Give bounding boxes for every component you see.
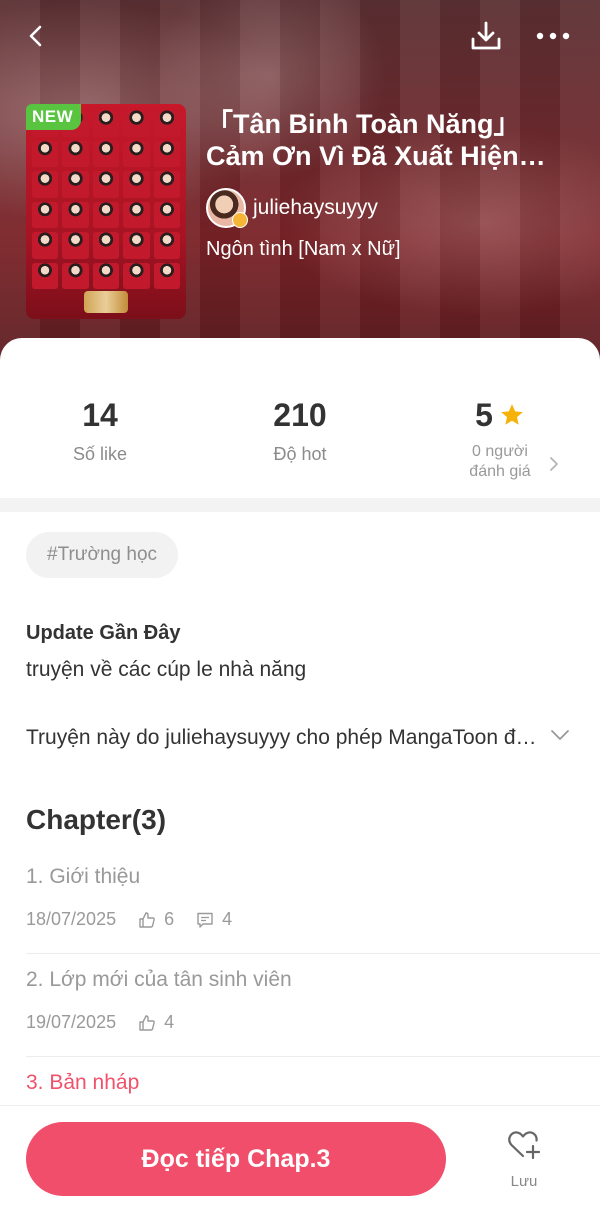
genre-label: Ngôn tình [Nam x Nữ] [206,238,401,260]
thumbs-up-icon [139,911,155,928]
chapter-comments-count: 4 [222,909,233,929]
section-divider [0,498,600,512]
detail-card: 14 Số like 210 Độ hot 5 0 người đánh giá… [0,338,600,1212]
cover-image[interactable] [26,104,186,319]
rating-stat[interactable]: 5 0 người đánh giá [440,396,560,482]
download-icon [471,21,501,50]
bottom-action-bar: Đọc tiếp Chap.3 Lưu [0,1105,600,1212]
back-arrow-icon [29,25,42,47]
stats-row: 14 Số like 210 Độ hot 5 0 người đánh giá [0,338,600,498]
author-avatar[interactable] [206,188,248,228]
hot-stat: 210 Độ hot [240,396,360,465]
avatar-badge-icon [232,212,248,228]
comment-icon [197,912,213,928]
heart-add-icon [508,1131,541,1160]
likes-stat: 14 Số like [40,396,160,465]
top-bar [0,14,600,58]
hot-label: Độ hot [273,444,327,464]
new-badge: NEW [26,104,82,130]
chapter-likes: 4 [138,1012,174,1033]
thumbs-up-icon [139,1014,155,1031]
chapter-date: 18/07/2025 [26,909,117,929]
star-icon [501,404,523,425]
chapter-title: 2. Lớp mới của tân sinh viên [26,968,292,991]
chapter-date: 19/07/2025 [26,1012,117,1032]
rating-label: đánh giá [469,463,531,480]
chapter-title: 1. Giới thiệu [26,865,141,888]
chapter-likes-count: 6 [164,909,175,929]
chapter-comments: 4 [196,909,232,930]
download-button[interactable] [464,14,508,58]
chevron-down-icon[interactable] [550,728,570,742]
chapter-meta: 18/07/2025 6 4 [26,909,254,930]
continue-reading-button[interactable]: Đọc tiếp Chap.3 [26,1122,446,1196]
chapter-title: 3. Bản nháp [26,1071,140,1094]
author-name[interactable]: juliehaysuyyy [253,196,378,220]
chapter-heading: Chapter(3) [26,804,167,835]
back-button[interactable] [14,14,58,58]
chapter-likes: 6 [138,909,174,930]
author-row[interactable]: juliehaysuyyy [206,188,378,228]
rating-count: 0 người [472,443,528,460]
chapter-meta: 19/07/2025 4 [26,1012,196,1033]
chevron-right-icon[interactable] [548,456,560,472]
rating-value-row: 5 [440,396,560,434]
hot-value: 210 [273,397,327,433]
save-button[interactable]: Lưu [494,1128,554,1198]
rating-value: 5 [475,397,493,433]
update-heading: Update Gần Đây [26,622,181,644]
likes-value: 14 [82,397,118,433]
likes-label: Số like [72,444,128,464]
chapter-likes-count: 4 [164,1012,175,1032]
chapter-item[interactable]: 1. Giới thiệu 18/07/2025 6 4 [26,851,600,954]
cover-logo [84,291,128,313]
save-label: Lưu [510,1173,538,1190]
more-options-button[interactable] [531,14,575,58]
cover-artwork [32,110,180,289]
license-text[interactable]: Truyện này do juliehaysuyyy cho phép Man… [26,726,546,750]
tag-chip[interactable]: #Trường học [26,532,179,578]
chapter-item[interactable]: 2. Lớp mới của tân sinh viên 19/07/2025 … [26,954,600,1057]
comic-title: 「Tân Binh Toàn Năng」 Cảm Ơn Vì Đã Xuất H… [206,109,521,171]
update-text: truyện về các cúp le nhà năng [26,658,307,681]
more-icon [536,32,570,40]
